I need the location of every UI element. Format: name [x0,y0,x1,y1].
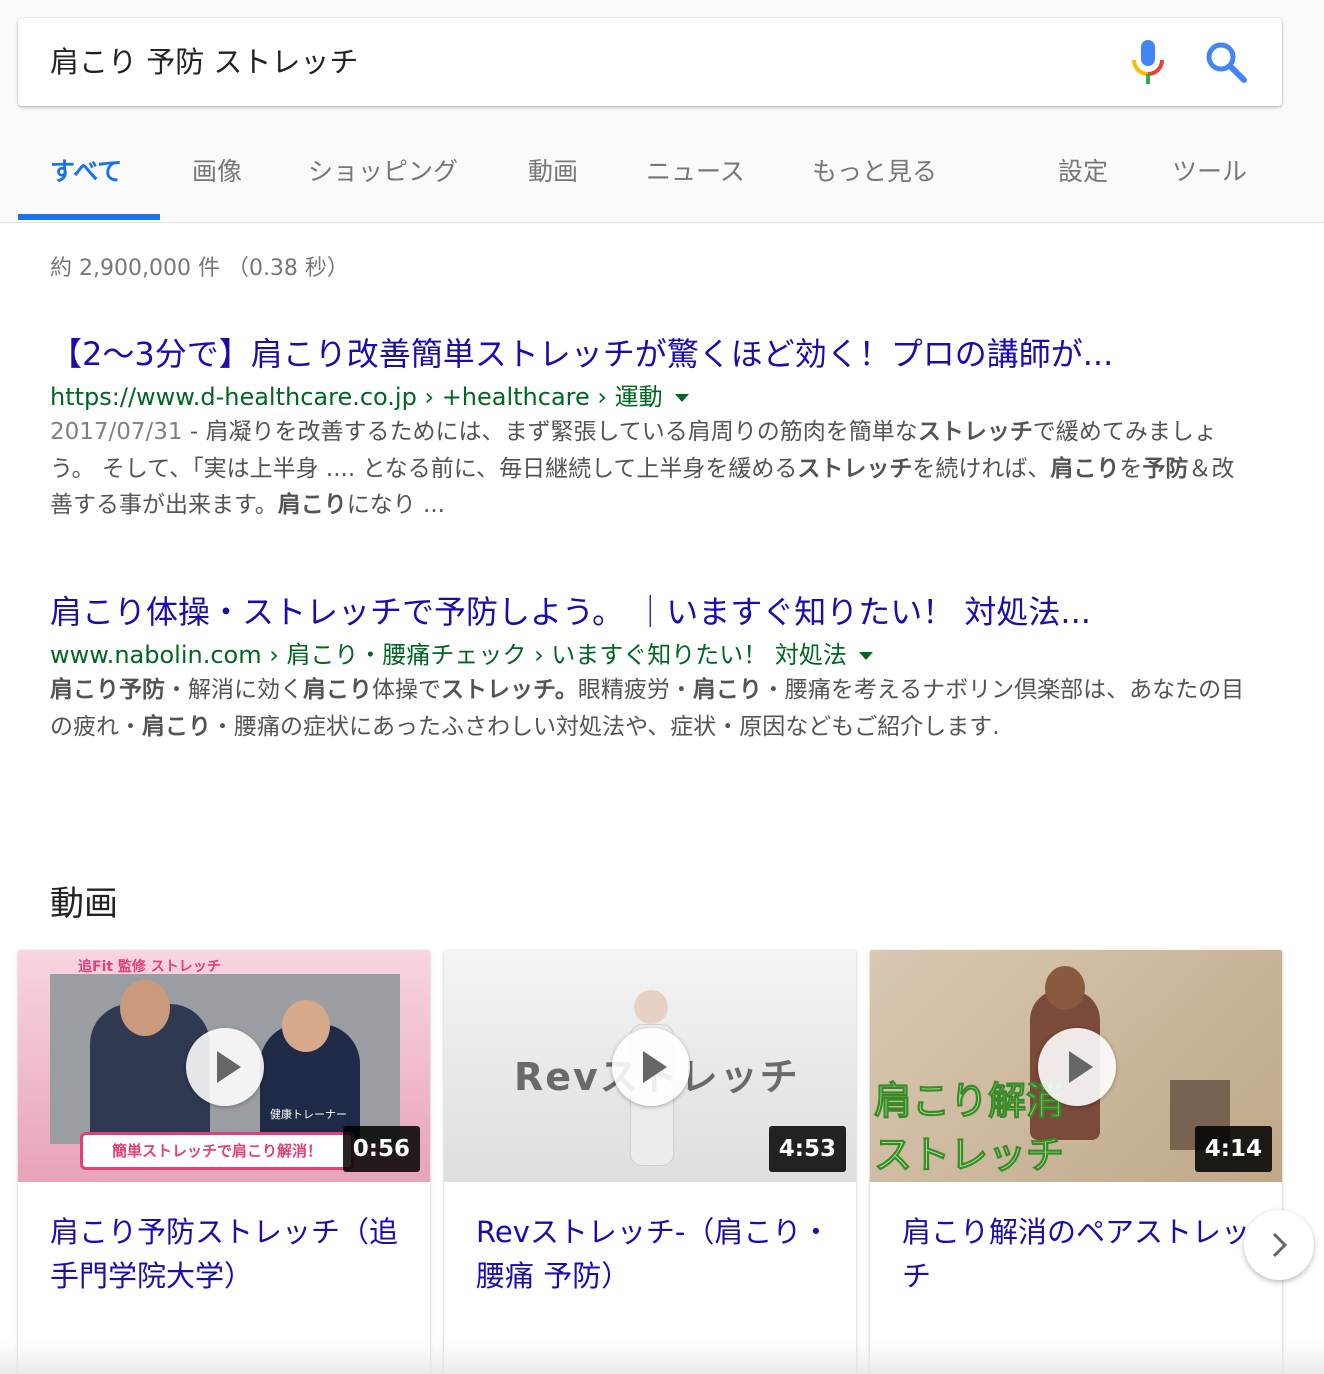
result-stats: 約 2,900,000 件 （0.38 秒） [50,256,349,281]
video-card[interactable]: 追Fit 監修 ストレッチ 健康トレーナー 簡単ストレッチで肩こり解消！ 0:5… [18,950,430,1374]
snippet-highlight: 肩こり [142,713,211,740]
snippet-highlight: ストレッチ。 [441,677,578,703]
result-snippet: 肩こり予防・解消に効く肩こり体操でストレッチ。眼精疲労・肩こり・腰痛を考えるナボ… [50,672,1250,745]
tab-more[interactable]: もっと見る [812,152,937,188]
snippet-highlight: 肩こり [1050,455,1120,482]
video-title-link[interactable]: 肩こり予防ストレッチ（追手門学院大学） [50,1210,410,1298]
result-snippet-text: - 肩凝りを改善するためには、まず緊張している肩周りの筋肉を簡単なストレッチで緩… [50,419,1234,518]
page-bottom-fade [0,1340,1324,1374]
chevron-right-icon [1272,1232,1288,1258]
person-head [634,990,668,1024]
person-head [1045,966,1085,1010]
thumbnail-banner: 簡単ストレッチで肩こり解消！ [80,1132,354,1170]
tab-shopping[interactable]: ショッピング [308,152,458,188]
result-title-link[interactable]: 肩こり体操・ストレッチで予防しよう。 ｜いますぐ知りたい！ 対処法... [50,592,1245,632]
tab-tools[interactable]: ツール [1172,152,1247,188]
tab-images[interactable]: 画像 [192,152,242,188]
dropdown-arrow-icon[interactable] [858,652,873,660]
person-head [282,1000,330,1052]
thumbnail-header-text: 追Fit 監修 ストレッチ [78,959,221,975]
tab-settings[interactable]: 設定 [1058,152,1108,188]
snippet-text: を続ければ、 [912,455,1051,482]
tab-videos[interactable]: 動画 [528,152,578,188]
video-title-link[interactable]: Revストレッチ-（肩こり・腰痛 予防） [476,1210,836,1298]
snippet-text: 眼精疲労・ [577,677,693,703]
snippet-text: ・腰痛の症状にあったふさわしい対処法や、症状・原因などもご紹介します. [211,713,1000,740]
snippet-highlight: 肩こり [277,492,347,518]
video-duration: 4:14 [1194,1126,1272,1172]
result-snippet-text: 肩こり予防・解消に効く肩こり体操でストレッチ。眼精疲労・肩こり・腰痛を考えるナボ… [50,677,1244,740]
snippet-text: になり ... [346,492,445,518]
video-thumbnail[interactable]: Revストレッチ 4:53 [444,950,856,1182]
header-bar: 肩こり 予防 ストレッチ すべて 画像 ショッピング 動画 ニュース もっと見る… [0,0,1324,223]
carousel-next-button[interactable] [1244,1210,1314,1280]
play-icon[interactable] [186,1028,264,1106]
video-duration: 4:53 [768,1126,846,1172]
search-box[interactable]: 肩こり 予防 ストレッチ [18,18,1282,106]
result-url: https://www.d-healthcare.co.jp › +health… [50,382,1260,412]
tab-all[interactable]: すべて [50,152,122,188]
video-thumbnail[interactable]: 肩こり解消 ストレッチ 4:14 [870,950,1282,1182]
active-tab-indicator [18,214,160,220]
snippet-highlight: 肩こり [692,677,762,703]
result-url-text: https://www.d-healthcare.co.jp › +health… [50,383,663,411]
search-result: 肩こり体操・ストレッチで予防しよう。 ｜いますぐ知りたい！ 対処法... www… [50,592,1260,745]
snippet-highlight: 肩こり [303,677,372,703]
video-duration: 0:56 [342,1126,420,1172]
thumbnail-caption: 健康トレーナー [270,1108,347,1121]
videos-section-heading: 動画 [50,884,118,924]
result-snippet: 2017/07/31 - 肩凝りを改善するためには、まず緊張している肩周りの筋肉… [50,414,1250,524]
result-title-link[interactable]: 【2〜3分で】肩こり改善簡単ストレッチが驚くほど効く！プロの講師が... [50,334,1245,374]
play-icon[interactable] [612,1028,690,1106]
video-thumbnail[interactable]: 追Fit 監修 ストレッチ 健康トレーナー 簡単ストレッチで肩こり解消！ 0:5… [18,950,430,1182]
snippet-text: を [1119,455,1143,482]
thumbnail-text-line2: ストレッチ [873,1133,1065,1178]
video-card[interactable]: 肩こり解消 ストレッチ 4:14 肩こり解消のペアストレッチ [870,950,1282,1374]
play-icon[interactable] [1038,1028,1116,1106]
snippet-text: 体操で [372,677,441,703]
search-icon[interactable] [1204,40,1248,84]
snippet-text: ・解消に効く [165,677,303,703]
snippet-highlight: 肩こり予防 [50,677,165,703]
result-url: www.nabolin.com › 肩こり・腰痛チェック › いますぐ知りたい！… [50,640,1260,670]
snippet-text: - 肩凝りを改善するためには、まず緊張している肩周りの筋肉を簡単な [182,419,918,445]
snippet-highlight: 予防 [1142,455,1189,482]
tab-news[interactable]: ニュース [646,152,745,188]
thumbnail-text-line1: 肩こり解消 [873,1079,1065,1124]
person-head [120,980,170,1036]
search-result: 【2〜3分で】肩こり改善簡単ストレッチが驚くほど効く！プロの講師が... htt… [50,334,1260,524]
snippet-highlight: ストレッチ [917,419,1033,445]
result-url-text: www.nabolin.com › 肩こり・腰痛チェック › いますぐ知りたい！… [50,641,847,669]
search-input[interactable]: 肩こり 予防 ストレッチ [50,18,358,106]
mic-icon[interactable] [1128,38,1168,88]
dropdown-arrow-icon[interactable] [674,394,689,402]
result-date: 2017/07/31 [50,419,183,445]
snippet-highlight: ストレッチ [797,455,913,482]
video-card[interactable]: Revストレッチ 4:53 Revストレッチ-（肩こり・腰痛 予防） [444,950,856,1374]
video-title-link[interactable]: 肩こり解消のペアストレッチ [902,1210,1262,1298]
